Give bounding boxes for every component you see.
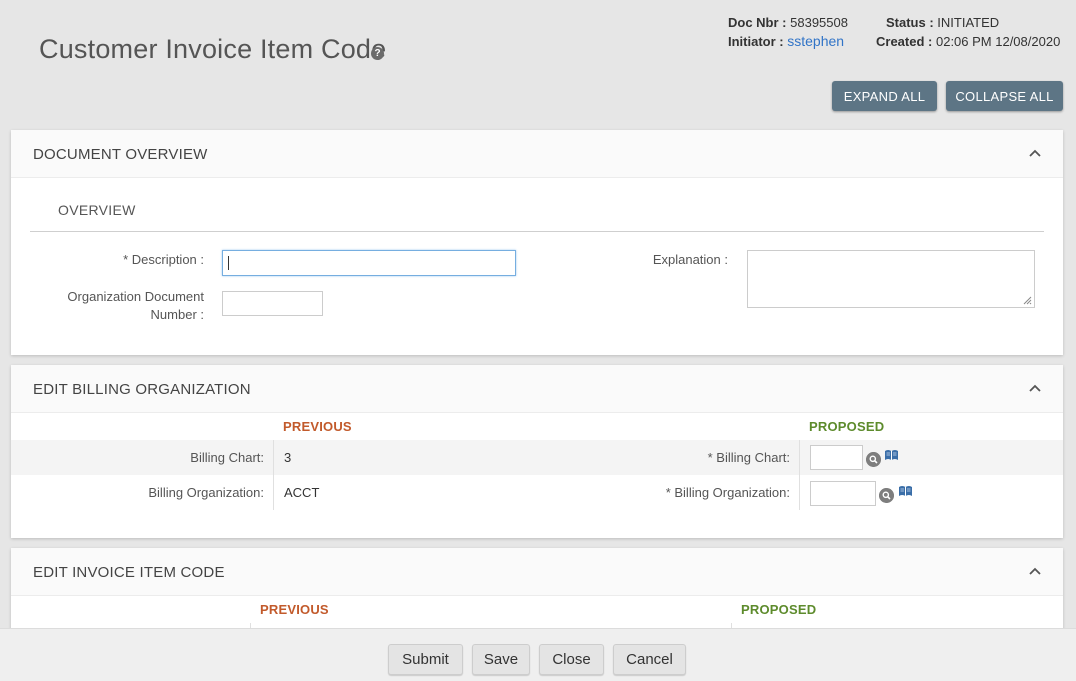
book-icon[interactable]	[884, 449, 899, 461]
table-row: Billing Organization: ACCT * Billing Org…	[11, 475, 1063, 510]
page-title: Customer Invoice Item Code	[39, 34, 387, 64]
initiator: Initiator : sstephen	[728, 33, 844, 49]
billing-organization-label: Billing Organization:	[148, 485, 264, 500]
chevron-up-icon[interactable]	[1029, 566, 1041, 578]
proposed-column-header: PROPOSED	[809, 419, 885, 434]
footer-action-bar: Submit Save Close Cancel	[0, 628, 1076, 681]
table-row: Billing Chart: 3 * Billing Chart:	[11, 440, 1063, 475]
org-doc-number-label: Organization Document Number :	[51, 288, 204, 324]
billing-organization-proposed-label: * Billing Organization:	[665, 485, 790, 500]
doc-number-value: 58395508	[790, 15, 848, 30]
initiator-label: Initiator :	[728, 34, 784, 49]
invoice-item-code-header[interactable]: EDIT INVOICE ITEM CODE	[11, 548, 1063, 596]
billing-chart-input[interactable]	[810, 445, 863, 470]
billing-organization-panel: EDIT BILLING ORGANIZATION PREVIOUS PROPO…	[11, 365, 1063, 538]
resize-handle-icon[interactable]	[1023, 296, 1032, 305]
text-caret	[228, 256, 229, 270]
billing-organization-previous: ACCT	[284, 485, 320, 500]
previous-column-header: PREVIOUS	[260, 602, 329, 617]
document-overview-panel: DOCUMENT OVERVIEW OVERVIEW * Description…	[11, 130, 1063, 355]
invoice-item-code-panel: EDIT INVOICE ITEM CODE PREVIOUS PROPOSED	[11, 548, 1063, 638]
billing-chart-previous: 3	[284, 450, 292, 465]
billing-chart-proposed-label: * Billing Chart:	[707, 450, 790, 465]
expand-all-button[interactable]: EXPAND ALL	[832, 81, 937, 111]
previous-column-header: PREVIOUS	[283, 419, 352, 434]
chevron-up-icon[interactable]	[1029, 383, 1041, 395]
help-icon[interactable]: ?	[371, 47, 384, 60]
description-input[interactable]	[222, 250, 516, 276]
status-label: Status :	[886, 15, 934, 30]
billing-chart-label: Billing Chart:	[190, 450, 264, 465]
org-doc-label-line1: Organization Document	[67, 289, 204, 304]
org-doc-label-line2: Number :	[150, 307, 204, 322]
panel-title: DOCUMENT OVERVIEW	[33, 146, 208, 163]
created-label: Created :	[876, 34, 933, 49]
doc-number-label: Doc Nbr :	[728, 15, 787, 30]
search-icon[interactable]	[866, 452, 881, 467]
proposed-column-header: PROPOSED	[741, 602, 817, 617]
save-button[interactable]: Save	[472, 644, 530, 675]
document-overview-header[interactable]: DOCUMENT OVERVIEW	[11, 130, 1063, 178]
explanation-label: Explanation :	[652, 252, 728, 267]
doc-number: Doc Nbr : 58395508	[728, 15, 848, 30]
book-icon[interactable]	[898, 485, 913, 497]
org-doc-number-input[interactable]	[222, 291, 323, 316]
column-divider	[273, 440, 274, 510]
cancel-button[interactable]: Cancel	[613, 644, 686, 675]
submit-button[interactable]: Submit	[388, 644, 463, 675]
panel-title: EDIT BILLING ORGANIZATION	[33, 381, 251, 398]
panel-title: EDIT INVOICE ITEM CODE	[33, 564, 225, 581]
close-button[interactable]: Close	[539, 644, 604, 675]
created-value: 02:06 PM 12/08/2020	[935, 34, 1061, 49]
status-value: INITIATED	[937, 15, 1000, 30]
search-icon[interactable]	[879, 488, 894, 503]
overview-subtitle: OVERVIEW	[58, 202, 136, 218]
column-divider	[799, 440, 800, 510]
chevron-up-icon[interactable]	[1029, 148, 1041, 160]
created: Created : 02:06 PM 12/08/2020	[876, 34, 1060, 49]
status: Status : INITIATED	[886, 15, 999, 30]
description-label: * Description :	[123, 252, 204, 267]
explanation-textarea[interactable]	[747, 250, 1035, 308]
billing-organization-input[interactable]	[810, 481, 876, 506]
initiator-link[interactable]: sstephen	[787, 33, 844, 49]
collapse-all-button[interactable]: COLLAPSE ALL	[946, 81, 1063, 111]
divider	[30, 231, 1044, 232]
billing-organization-header[interactable]: EDIT BILLING ORGANIZATION	[11, 365, 1063, 413]
